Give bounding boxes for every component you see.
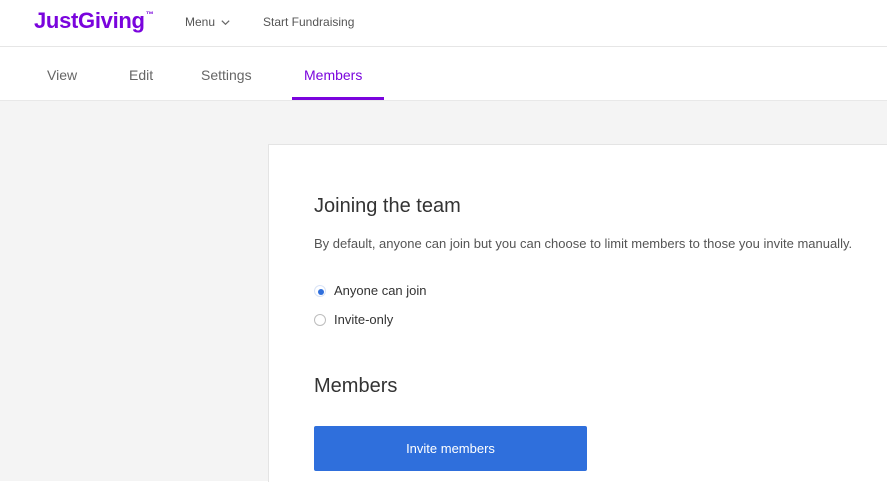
tab-edit[interactable]: Edit	[129, 67, 153, 83]
members-section-title: Members	[314, 375, 398, 397]
active-tab-indicator	[292, 97, 384, 100]
start-fundraising-link[interactable]: Start Fundraising	[263, 15, 354, 29]
page-tabs: View Edit Settings Members	[0, 47, 887, 101]
invite-members-label: Invite members	[406, 441, 495, 456]
menu-dropdown[interactable]: Menu	[185, 15, 231, 29]
radio-option-anyone-can-join[interactable]: Anyone can join	[314, 283, 427, 298]
joining-section-title: Joining the team	[314, 195, 461, 217]
justgiving-logo[interactable]: JustGiving™	[34, 8, 154, 34]
menu-label: Menu	[185, 15, 216, 29]
invite-members-button[interactable]: Invite members	[314, 426, 587, 471]
radio-button-unchecked[interactable]	[314, 313, 326, 326]
radio-label: Anyone can join	[334, 283, 427, 298]
chevron-down-icon	[221, 19, 230, 25]
logo-trademark: ™	[145, 10, 154, 19]
radio-button-checked[interactable]	[314, 284, 326, 297]
logo-text: JustGiving	[34, 8, 145, 33]
radio-label: Invite-only	[334, 312, 394, 327]
radio-option-invite-only[interactable]: Invite-only	[314, 312, 393, 327]
tab-view[interactable]: View	[47, 67, 77, 83]
tab-settings[interactable]: Settings	[201, 67, 252, 83]
joining-description: By default, anyone can join but you can …	[314, 236, 853, 251]
top-navigation-bar: JustGiving™ Menu Start Fundraising	[0, 0, 887, 47]
tab-members[interactable]: Members	[304, 67, 362, 83]
